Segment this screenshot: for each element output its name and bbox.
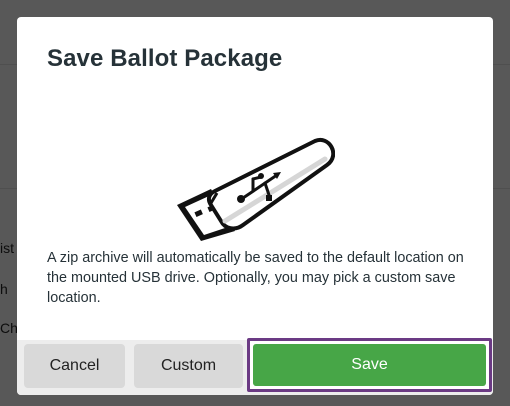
- modal-footer: Cancel Custom Save: [17, 338, 493, 395]
- usb-body: [206, 137, 335, 231]
- modal-title: Save Ballot Package: [47, 45, 283, 72]
- save-button[interactable]: Save: [253, 344, 486, 386]
- usb-drive-icon: [177, 137, 335, 241]
- save-button-focus-ring: Save: [247, 338, 492, 392]
- save-ballot-package-modal: Save Ballot Package A zip archive will a: [17, 17, 493, 395]
- cancel-button[interactable]: Cancel: [24, 344, 125, 388]
- custom-button[interactable]: Custom: [134, 344, 243, 388]
- modal-description: A zip archive will automatically be save…: [47, 250, 464, 306]
